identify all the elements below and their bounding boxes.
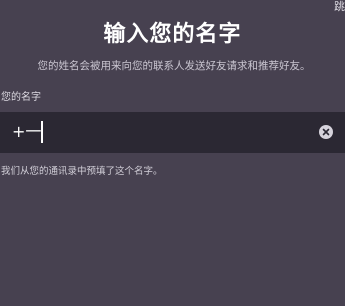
name-field-label: 您的名字 (1, 92, 41, 103)
name-input[interactable]: +一 (0, 112, 345, 153)
page-subtitle: 您的姓名会被用来向您的联系人发送好友请求和推荐好友。 (37, 60, 311, 72)
text-caret (41, 121, 43, 143)
page-title: 输入您的名字 (103, 22, 242, 47)
name-input-value[interactable]: +一 (12, 122, 41, 142)
clear-icon[interactable] (319, 125, 333, 139)
prefill-helper-text: 我们从您的通讯录中预填了这个名字。 (1, 166, 163, 177)
skip-button[interactable]: 跳 (334, 0, 345, 13)
